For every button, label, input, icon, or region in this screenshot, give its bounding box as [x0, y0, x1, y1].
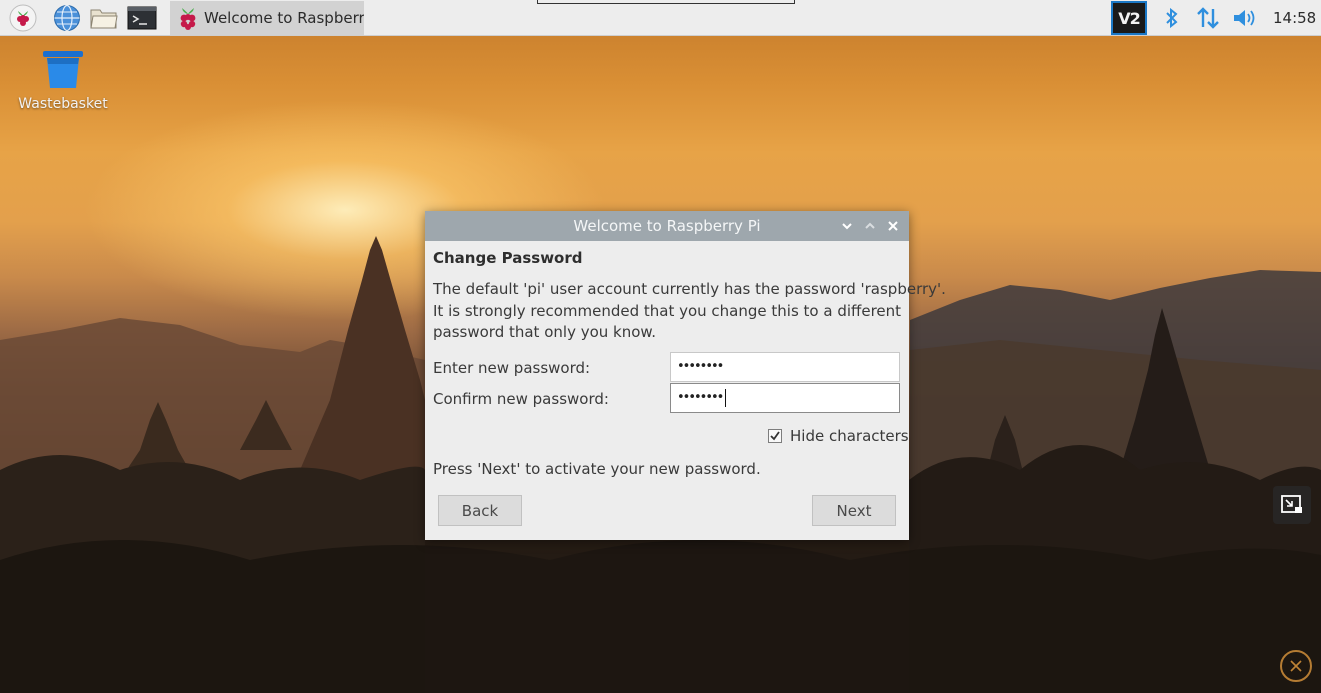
confirm-password-value: ••••••••	[677, 390, 724, 405]
terminal-icon[interactable]	[127, 3, 157, 33]
new-password-field[interactable]: ••••••••	[670, 352, 900, 382]
file-manager-icon[interactable]	[89, 3, 119, 33]
minimize-icon[interactable]	[839, 218, 855, 234]
dialog-titlebar[interactable]: Welcome to Raspberry Pi	[425, 211, 909, 241]
vnc-icon[interactable]: V2	[1111, 1, 1147, 35]
vnc-label: V2	[1118, 8, 1140, 28]
raspberry-menu-icon[interactable]	[8, 3, 38, 33]
picture-in-picture-icon[interactable]	[1273, 486, 1311, 524]
dialog-hint: Press 'Next' to activate your new passwo…	[433, 460, 761, 478]
welcome-dialog: Welcome to Raspberry Pi Change Password …	[425, 211, 946, 540]
checkmark-icon	[768, 429, 782, 443]
description-line: The default 'pi' user account currently …	[433, 280, 946, 298]
progress-outline	[537, 0, 795, 4]
hide-characters-label: Hide characters	[790, 427, 909, 445]
trash-icon	[41, 48, 85, 94]
network-icon[interactable]	[1193, 3, 1223, 33]
hide-characters-checkbox[interactable]: Hide characters	[768, 427, 909, 445]
new-password-value: ••••••••	[677, 359, 724, 374]
wastebasket-label: Wastebasket	[18, 96, 108, 112]
bluetooth-icon[interactable]	[1157, 3, 1187, 33]
taskbar: Welcome to Raspberr... V2 14:58	[0, 0, 1321, 36]
taskbar-window-label: Welcome to Raspberr...	[204, 9, 364, 27]
description-line: password that only you know.	[433, 323, 657, 341]
close-icon[interactable]	[885, 218, 901, 234]
next-button[interactable]: Next	[812, 495, 896, 526]
text-cursor	[725, 388, 727, 407]
description-line: It is strongly recommended that you chan…	[433, 301, 902, 320]
confirm-password-field[interactable]: ••••••••	[670, 383, 900, 413]
back-button[interactable]: Back	[438, 495, 522, 526]
raspberry-icon	[176, 5, 200, 31]
confirm-password-label: Confirm new password:	[433, 390, 609, 408]
new-password-label: Enter new password:	[433, 359, 591, 377]
volume-icon[interactable]	[1229, 3, 1259, 33]
taskbar-window-button[interactable]: Welcome to Raspberr...	[170, 1, 364, 35]
dialog-description: The default 'pi' user account currently …	[433, 279, 946, 344]
wastebasket[interactable]: Wastebasket	[14, 48, 112, 112]
clock[interactable]: 14:58	[1273, 9, 1316, 27]
web-browser-icon[interactable]	[52, 3, 82, 33]
dialog-heading: Change Password	[433, 249, 583, 267]
maximize-icon[interactable]	[862, 218, 878, 234]
dialog-title: Welcome to Raspberry Pi	[573, 217, 761, 235]
overlay-close-icon[interactable]	[1280, 650, 1312, 682]
